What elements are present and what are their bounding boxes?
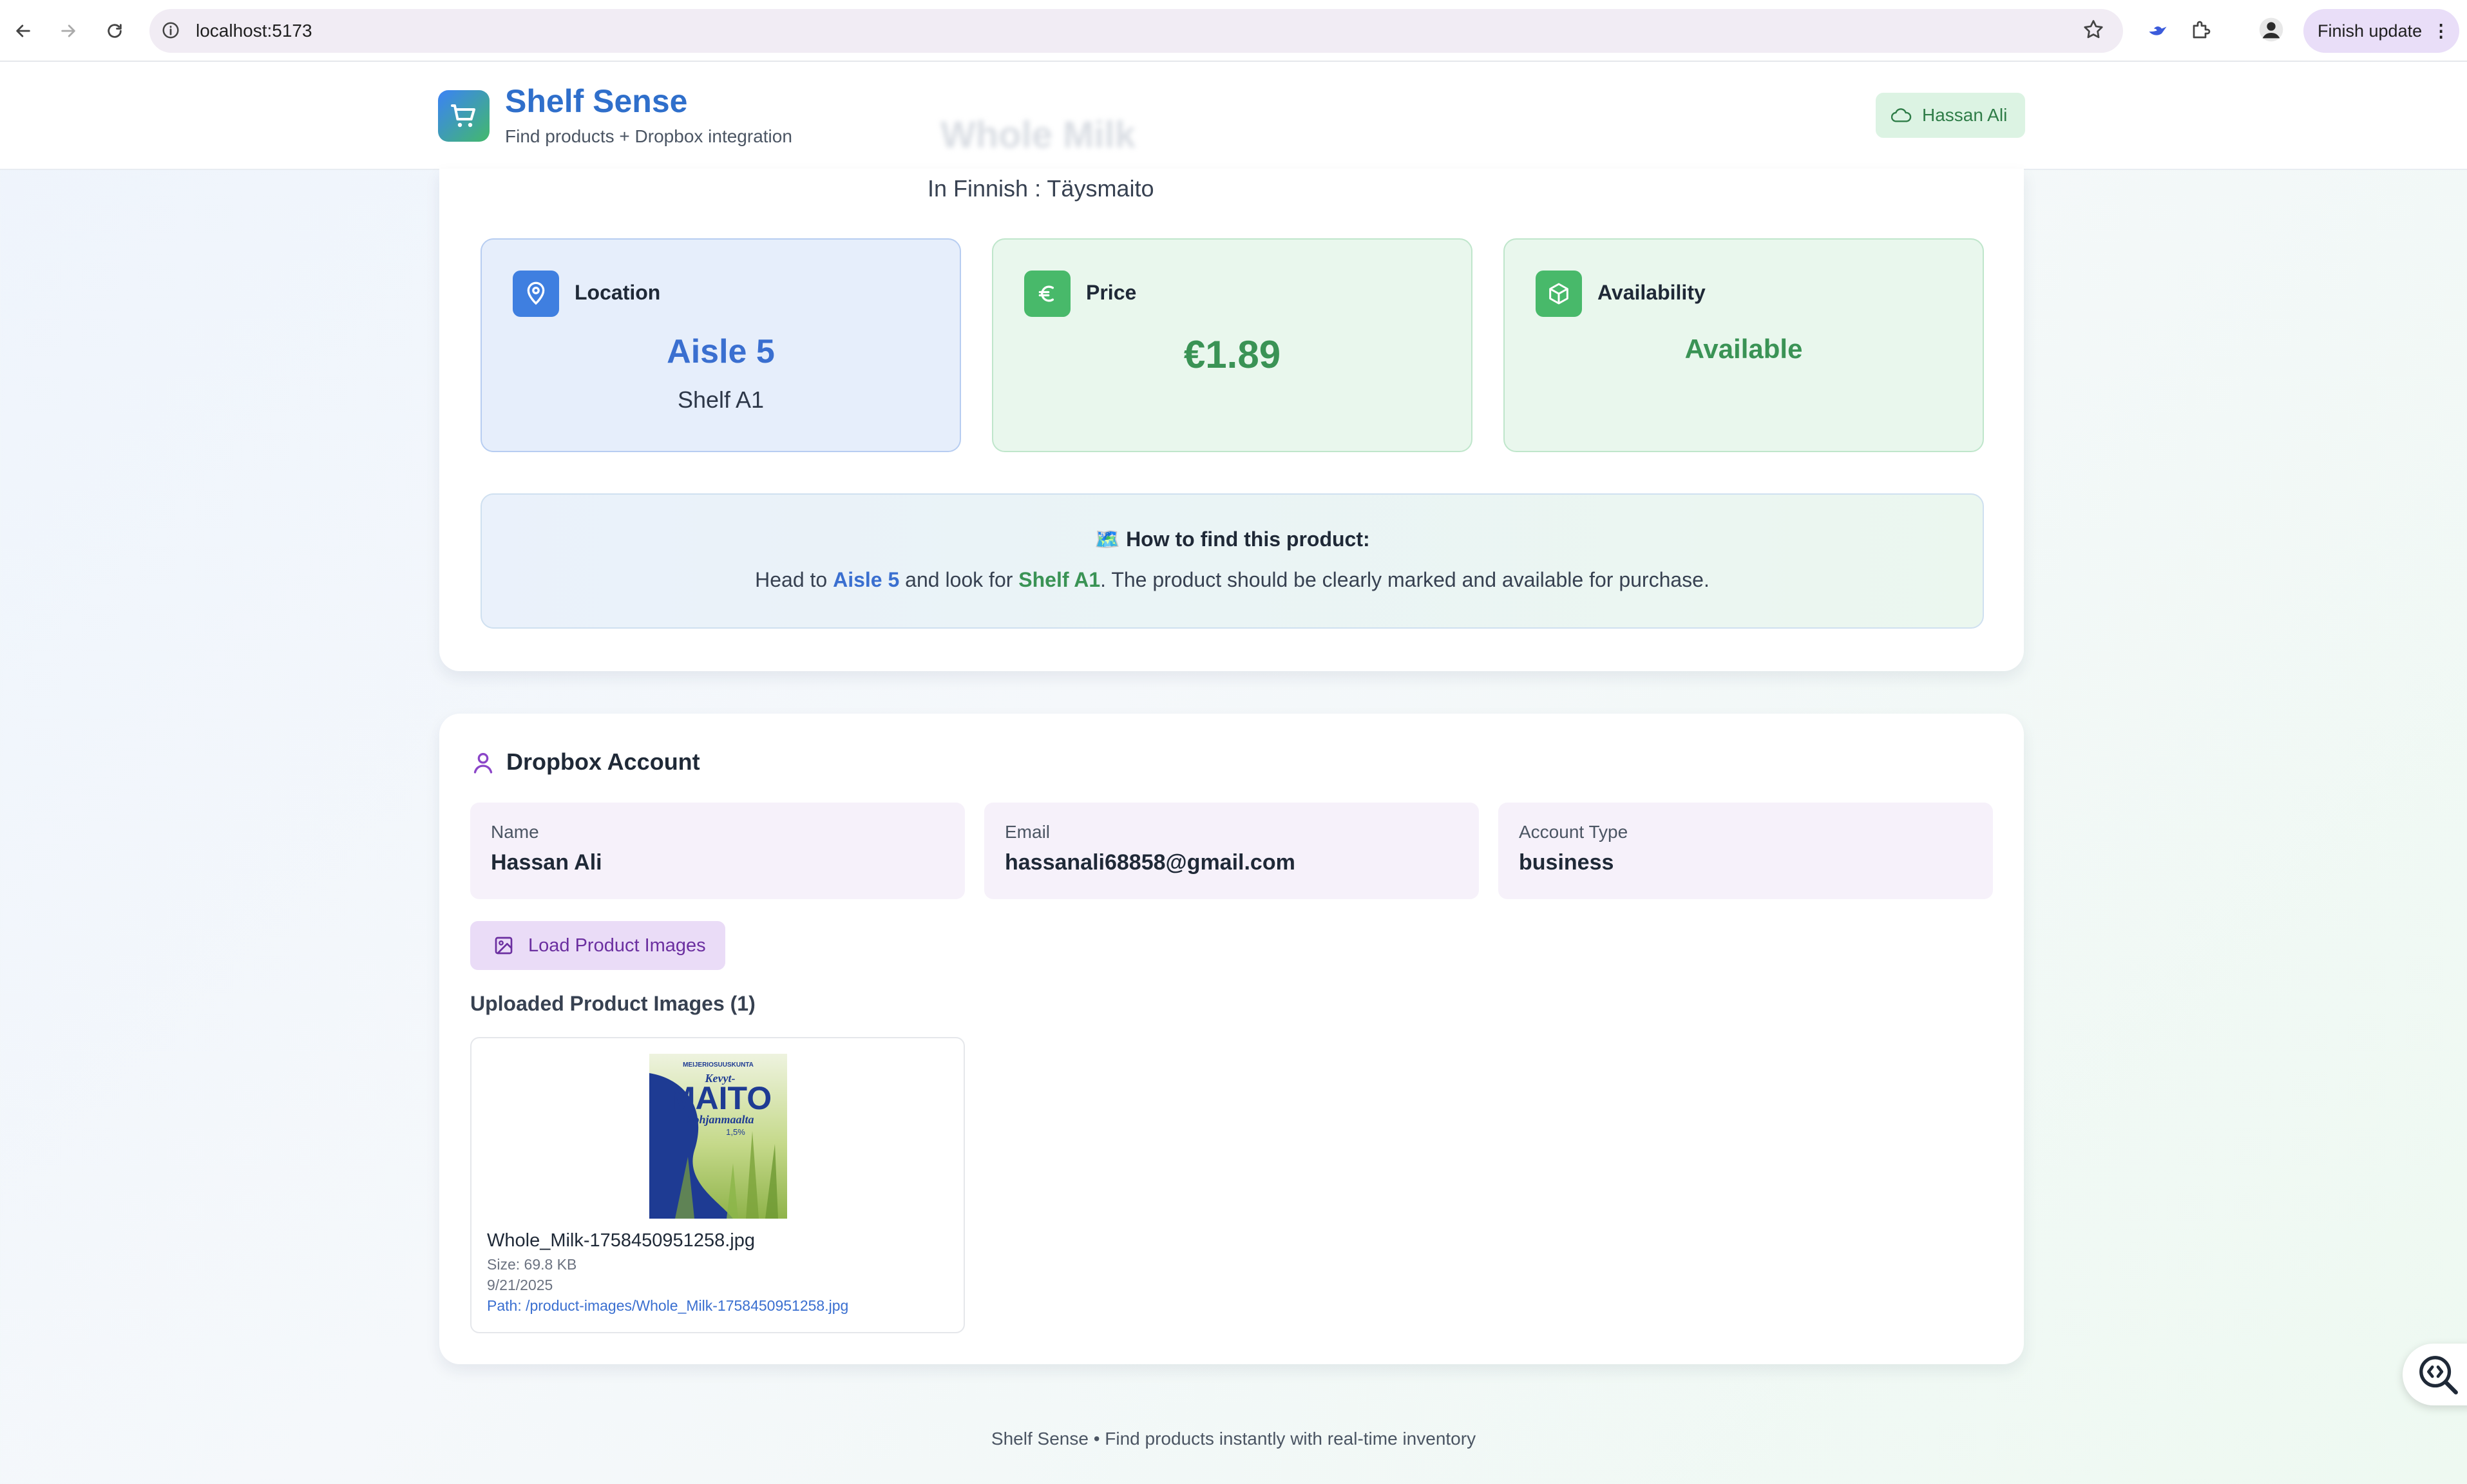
reload-icon[interactable] — [98, 14, 131, 48]
how-to-find-title: 🗺️ How to find this product: — [1094, 528, 1370, 551]
package-icon — [1536, 271, 1582, 317]
account-type-box: Account Type business — [1498, 803, 1993, 899]
carton-fat: 1,5% — [726, 1127, 745, 1137]
uploaded-images-title: Uploaded Product Images (1) — [470, 992, 756, 1015]
aisle-value: Aisle 5 — [667, 333, 775, 370]
carton-subtitle: Pohjanmaalta — [685, 1113, 754, 1126]
euro-icon — [1024, 271, 1071, 317]
brand-title: Shelf Sense — [505, 83, 688, 119]
brand-subtitle: Find products + Dropbox integration — [505, 126, 792, 146]
profile-avatar-icon[interactable] — [2258, 17, 2284, 46]
user-icon — [470, 750, 496, 779]
account-type-label: Account Type — [1519, 822, 1628, 842]
account-email-label: Email — [1005, 822, 1051, 842]
app-header — [0, 62, 2467, 170]
extension-bird-icon[interactable] — [2145, 18, 2171, 44]
forward-arrow-icon[interactable] — [52, 14, 85, 48]
milk-carton-image[interactable]: MEIJERIOSUUSKUNTA Kevyt- MAITO Pohjanmaa… — [649, 1054, 787, 1219]
extensions-puzzle-icon[interactable] — [2190, 18, 2213, 44]
image-icon — [495, 937, 513, 955]
load-product-images-button[interactable]: Load Product Images — [470, 921, 725, 970]
shelf-value: Shelf A1 — [677, 386, 765, 413]
image-path[interactable]: Path: /product-images/Whole_Milk-1758450… — [487, 1297, 848, 1315]
address-bar[interactable] — [149, 9, 2123, 53]
carton-brand-name: MAITO — [669, 1080, 772, 1116]
url-text[interactable]: localhost:5173 — [196, 17, 312, 45]
cloud-icon — [1891, 108, 1912, 122]
more-vert-icon: ⋮ — [2432, 21, 2450, 41]
howto-shelf: Shelf A1 — [1018, 568, 1101, 591]
carton-brand-top: MEIJERIOSUUSKUNTA — [683, 1061, 754, 1069]
account-type-value: business — [1519, 850, 1614, 875]
how-to-find-text: Head to Aisle 5 and look for Shelf A1. T… — [481, 568, 1984, 592]
search-code-icon — [2419, 1356, 2458, 1394]
account-email-box: Email hassanali68858@gmail.com — [984, 803, 1479, 899]
bookmark-star-icon[interactable] — [2082, 18, 2105, 44]
howto-aisle: Aisle 5 — [833, 568, 900, 591]
account-name-label: Name — [491, 822, 539, 842]
account-name-value: Hassan Ali — [491, 850, 602, 875]
floating-action-button[interactable] — [2403, 1344, 2467, 1405]
location-label: Location — [575, 281, 661, 304]
finish-update-button[interactable]: Finish update ⋮ — [2303, 9, 2459, 53]
load-product-images-label: Load Product Images — [528, 935, 706, 956]
howto-text-after: . The product should be clearly marked a… — [1100, 568, 1710, 591]
account-name-box: Name Hassan Ali — [470, 803, 965, 899]
footer-text: Shelf Sense • Find products instantly wi… — [991, 1429, 1476, 1449]
howto-text-before: Head to — [755, 568, 833, 591]
site-info-icon[interactable] — [161, 21, 180, 43]
price-label: Price — [1086, 281, 1137, 304]
account-email-value: hassanali68858@gmail.com — [1005, 850, 1295, 875]
user-name: Hassan Ali — [1922, 105, 2008, 125]
shopping-cart-icon — [438, 90, 490, 142]
availability-label: Availability — [1597, 281, 1706, 304]
availability-value: Available — [1684, 334, 1803, 364]
finish-update-label: Finish update — [2318, 21, 2423, 41]
how-to-find-box — [481, 493, 1984, 629]
image-size: Size: 69.8 KB — [487, 1256, 577, 1273]
price-value: €1.89 — [1183, 333, 1281, 376]
user-badge[interactable]: Hassan Ali — [1876, 93, 2025, 138]
back-arrow-icon[interactable] — [6, 14, 40, 48]
dropbox-account-title: Dropbox Account — [506, 748, 700, 775]
image-filename: Whole_Milk-1758450951258.jpg — [487, 1230, 755, 1251]
map-pin-icon — [513, 271, 559, 317]
howto-text-mid: and look for — [899, 568, 1019, 591]
image-date: 9/21/2025 — [487, 1277, 553, 1293]
obscured-product-title: Whole Milk — [940, 114, 1136, 156]
finnish-name: In Finnish : Täysmaito — [928, 175, 1154, 202]
